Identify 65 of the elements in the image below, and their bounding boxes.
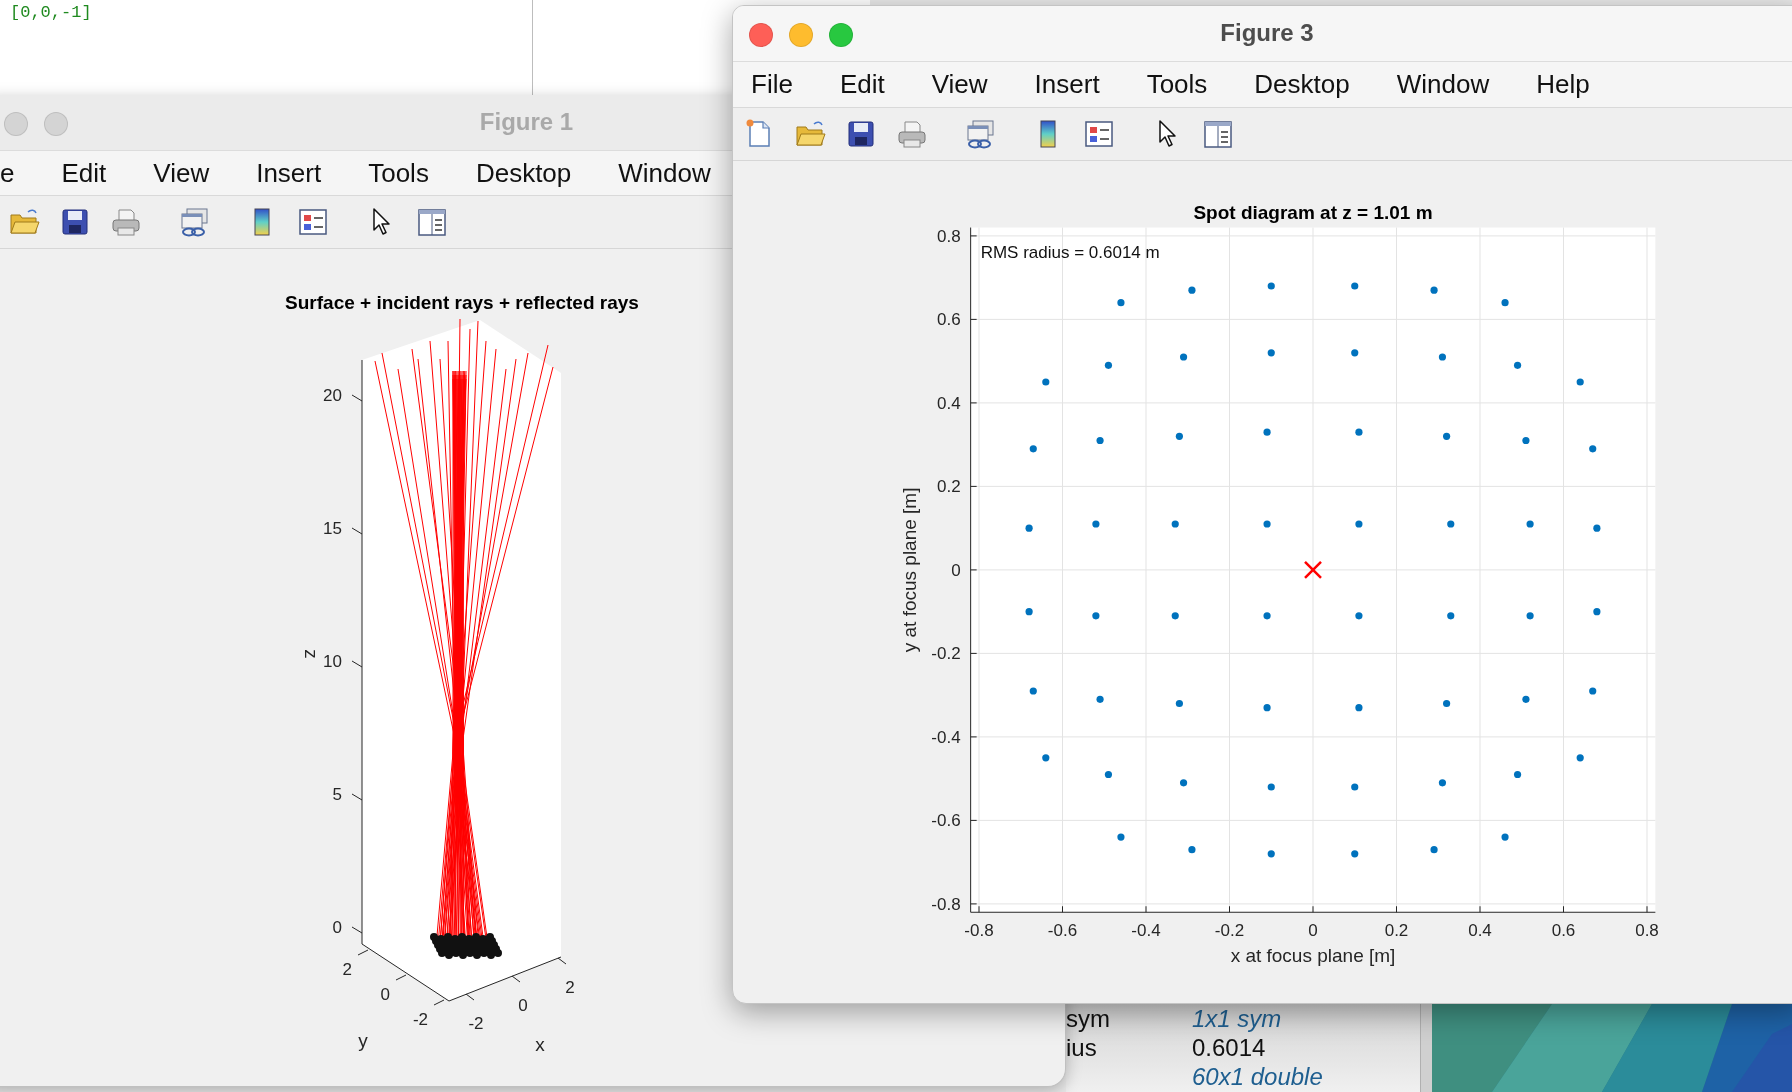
menu-item[interactable]: Insert: [256, 160, 322, 187]
tick-label: 0: [380, 985, 390, 1005]
axis-label: y: [358, 1030, 368, 1052]
menu-item[interactable]: Insert: [1034, 71, 1100, 98]
tick-label: 20: [323, 386, 342, 406]
linked-windows-icon[interactable]: [178, 206, 210, 239]
tick-label: 2: [565, 978, 575, 998]
annotation-text: RMS radius = 0.6014 m: [980, 242, 1160, 262]
menu-item[interactable]: Desktop: [1254, 71, 1350, 98]
tick-label: 15: [323, 519, 342, 539]
tick-label: 0.8: [1635, 920, 1659, 940]
tick-label: -0.6: [931, 811, 961, 831]
menu-item[interactable]: File: [751, 71, 793, 98]
close-button[interactable]: [749, 23, 773, 47]
tick-label: -0.4: [1131, 920, 1161, 940]
tick-label: 0.2: [1384, 920, 1409, 940]
axis-label: x at focus plane [m]: [1230, 944, 1396, 966]
variable-value: 60x1 double: [1192, 1062, 1323, 1091]
printer-icon[interactable]: [110, 206, 142, 239]
tick-label: -2: [468, 1014, 484, 1034]
menu-item[interactable]: Tools: [368, 160, 429, 187]
menu-item[interactable]: e: [0, 160, 15, 187]
code-line: [0,0,-1]: [10, 3, 92, 22]
tick-label: 10: [323, 652, 342, 672]
menu-item[interactable]: Edit: [839, 71, 885, 98]
tick-label: -2: [412, 1010, 428, 1030]
tick-label: 0: [332, 918, 342, 938]
menu-item[interactable]: Window: [1396, 71, 1490, 98]
tick-label: 5: [332, 785, 342, 805]
tick-label: -0.8: [931, 894, 961, 914]
axis-label: z: [301, 649, 322, 659]
variable-value: 0.6014: [1192, 1033, 1266, 1062]
menu-item[interactable]: Help: [1536, 71, 1590, 98]
tick-label: 0.6: [1551, 920, 1576, 940]
variable-value: 1x1 sym: [1192, 1004, 1282, 1033]
window-title: Figure 3: [1220, 18, 1314, 49]
tick-label: 0: [951, 560, 961, 580]
variable-name: sym: [1066, 1005, 1110, 1032]
plot-title: Surface + incident rays + reflected rays: [285, 292, 639, 314]
axis-label: y at focus plane [m]: [898, 487, 920, 652]
tick-label: 0: [1308, 920, 1318, 940]
variable-name: ius: [1066, 1034, 1097, 1061]
linked-windows-icon[interactable]: [964, 117, 996, 150]
tick-label: 0: [518, 996, 528, 1016]
tick-label: 0.4: [937, 393, 961, 413]
tick-label: -0.8: [964, 920, 994, 940]
menu-item[interactable]: View: [153, 160, 210, 187]
axis-label: x: [535, 1034, 545, 1056]
menu-item[interactable]: Window: [618, 160, 711, 187]
menu-item[interactable]: Desktop: [475, 160, 572, 187]
tick-label: 2: [342, 960, 352, 980]
tick-label: -0.2: [931, 644, 961, 664]
tick-label: 0.2: [937, 477, 961, 497]
tick-label: 0.8: [937, 226, 961, 246]
tick-label: -0.2: [1214, 920, 1245, 940]
tick-label: 0.6: [937, 310, 961, 330]
tick-label: 0.4: [1468, 920, 1492, 940]
menu-item[interactable]: Tools: [1146, 71, 1208, 98]
property-panel-icon[interactable]: [416, 206, 448, 239]
window-title: Figure 1: [479, 107, 574, 138]
chart-title: Spot diagram at z = 1.01 m: [1193, 201, 1433, 223]
menu-item[interactable]: View: [931, 71, 988, 98]
tick-label: -0.4: [931, 727, 961, 747]
tick-label: -0.6: [1047, 920, 1078, 940]
menu-item[interactable]: Edit: [61, 160, 107, 187]
